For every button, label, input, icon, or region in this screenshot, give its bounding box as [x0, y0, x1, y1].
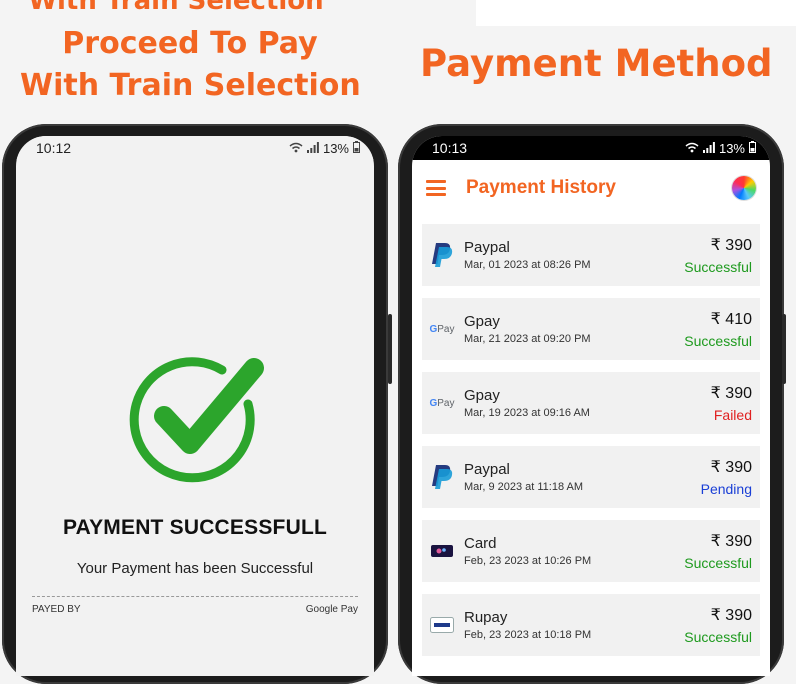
payment-card[interactable]: GPay Gpay Mar, 21 2023 at 09:20 PM ₹ 410 Suc… [422, 298, 760, 360]
rupay-logo-icon [428, 611, 456, 639]
payment-amount-block: ₹ 390 Failed [711, 383, 752, 423]
payment-amount: ₹ 390 [710, 607, 752, 624]
payment-info: Gpay Mar, 21 2023 at 09:20 PM [464, 313, 684, 345]
gpay-logo-label: Pay [437, 323, 455, 335]
payment-amount: ₹ 390 [710, 385, 752, 402]
payment-name: Gpay [464, 313, 500, 330]
success-check-icon [126, 346, 266, 486]
heading-proceed-to-pay: Proceed To Pay [62, 26, 318, 61]
payment-amount-block: ₹ 390 Successful [684, 235, 752, 275]
payment-date: Mar, 21 2023 at 09:20 PM [464, 333, 591, 345]
payment-info: Card Feb, 23 2023 at 10:26 PM [464, 535, 684, 567]
payed-by-value: Google Pay [305, 604, 358, 615]
payment-amount: ₹ 390 [710, 533, 752, 550]
heading-train-selection: With Train Selection [20, 68, 361, 103]
wifi-icon [685, 141, 699, 156]
payment-amount: ₹ 390 [710, 459, 752, 476]
payment-card[interactable]: Card Feb, 23 2023 at 10:26 PM ₹ 390 Success… [422, 520, 760, 582]
payment-amount-block: ₹ 390 Successful [684, 531, 752, 571]
app-title: Payment History [466, 177, 616, 198]
heading-cutoff: With Train Selection [28, 0, 324, 16]
payment-card[interactable]: Paypal Mar, 9 2023 at 11:18 AM ₹ 390 Pendin… [422, 446, 760, 508]
payment-name: Paypal [464, 239, 510, 256]
card-logo-icon [428, 537, 456, 565]
payment-card[interactable]: GPay Gpay Mar, 19 2023 at 09:16 AM ₹ 390 Fai… [422, 372, 760, 434]
payment-info: Paypal Mar, 9 2023 at 11:18 AM [464, 461, 701, 493]
top-white-panel [476, 0, 796, 26]
battery-icon [749, 140, 756, 156]
payment-amount: ₹ 390 [710, 237, 752, 254]
payment-success-title: PAYMENT SUCCESSFULL [63, 516, 327, 539]
gpay-logo-icon: GPay [429, 397, 455, 409]
payment-card[interactable]: Rupay Feb, 23 2023 at 10:18 PM ₹ 390 Succes… [422, 594, 760, 656]
battery-icon [353, 140, 360, 156]
status-time: 10:13 [432, 140, 468, 156]
payment-date: Feb, 23 2023 at 10:18 PM [464, 629, 592, 641]
right-phone: 10:13 13% Payment History Paypal Mar, 01 … [398, 124, 786, 684]
payment-amount-block: ₹ 390 Successful [684, 605, 752, 645]
payment-status: Pending [700, 481, 752, 497]
status-time: 10:12 [36, 140, 72, 156]
signal-icon [306, 141, 319, 156]
battery-percent: 13% [322, 140, 349, 156]
payment-date: Mar, 01 2023 at 08:26 PM [464, 259, 591, 271]
status-icons: 13% [685, 140, 756, 156]
payment-success-subtitle: Your Payment has been Successful [76, 560, 314, 577]
app-bar: Payment History [412, 160, 770, 216]
status-bar: 10:12 13% [16, 136, 374, 160]
payment-status: Successful [684, 555, 752, 571]
payment-amount-block: ₹ 410 Successful [684, 309, 752, 349]
paypal-logo-icon [428, 241, 456, 269]
gpay-logo-label: Pay [437, 397, 455, 409]
payment-amount-block: ₹ 390 Pending [701, 457, 752, 497]
payment-date: Mar, 19 2023 at 09:16 AM [464, 407, 590, 419]
heading-payment-method: Payment Method [420, 42, 773, 85]
payment-name: Paypal [464, 461, 510, 478]
payment-name: Gpay [464, 387, 500, 404]
payment-date: Mar, 9 2023 at 11:18 AM [464, 481, 584, 493]
payment-status: Failed [713, 407, 752, 423]
payment-status: Successful [684, 259, 752, 275]
power-button [388, 314, 392, 384]
dashed-divider [32, 596, 358, 597]
payment-info: Rupay Feb, 23 2023 at 10:18 PM [464, 609, 684, 641]
payed-by-row: PAYED BY Google Pay [32, 604, 358, 615]
payment-amount: ₹ 410 [710, 311, 752, 328]
payment-name: Card [464, 535, 497, 552]
payed-by-label: PAYED BY [32, 604, 81, 615]
payment-status: Successful [684, 333, 752, 349]
wifi-icon [289, 141, 303, 156]
menu-icon[interactable] [426, 180, 446, 196]
color-wheel-icon[interactable] [732, 176, 756, 200]
status-icons: 13% [289, 140, 360, 156]
power-button [782, 314, 786, 384]
left-phone: 10:12 13% PAYMENT SUCCESSFULL Your Payme… [2, 124, 392, 684]
payment-info: Paypal Mar, 01 2023 at 08:26 PM [464, 239, 684, 271]
gpay-logo-icon: GPay [429, 323, 455, 335]
battery-percent: 13% [718, 140, 745, 156]
right-phone-screen: 10:13 13% Payment History Paypal Mar, 01 … [412, 136, 770, 676]
payment-info: Gpay Mar, 19 2023 at 09:16 AM [464, 387, 711, 419]
paypal-logo-icon [428, 463, 456, 491]
payment-card[interactable]: Paypal Mar, 01 2023 at 08:26 PM ₹ 390 Succe… [422, 224, 760, 286]
payment-date: Feb, 23 2023 at 10:26 PM [464, 555, 592, 567]
payment-status: Successful [684, 629, 752, 645]
left-phone-screen: 10:12 13% PAYMENT SUCCESSFULL Your Payme… [16, 136, 374, 676]
signal-icon [702, 141, 715, 156]
payment-name: Rupay [464, 609, 508, 626]
status-bar: 10:13 13% [412, 136, 770, 160]
